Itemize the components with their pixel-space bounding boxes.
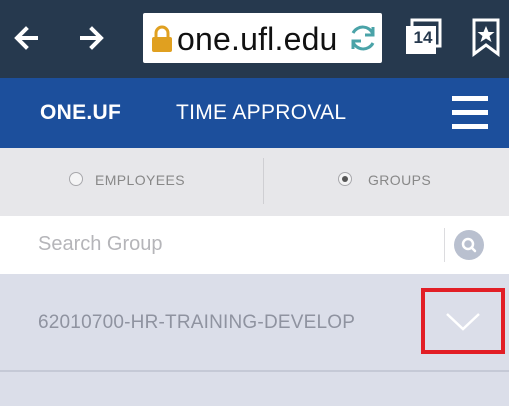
brand-link[interactable]: ONE.UF [40, 101, 121, 125]
employees-label: EMPLOYEES [95, 172, 185, 188]
arrow-right-icon [80, 26, 104, 50]
menu-button[interactable] [452, 96, 488, 130]
chevron-down-icon [446, 313, 480, 331]
search-divider [444, 228, 445, 262]
page-title: TIME APPROVAL [176, 101, 347, 124]
employees-radio[interactable] [69, 172, 83, 186]
arrow-left-icon [14, 26, 38, 50]
tab-switcher-button[interactable]: 14 [403, 17, 443, 57]
groups-label: GROUPS [368, 172, 432, 188]
group-name: 62010700-HR-TRAINING-DEVELOP [38, 312, 356, 333]
employees-option[interactable]: EMPLOYEES [0, 148, 262, 216]
forward-button[interactable] [72, 18, 112, 58]
list-item [0, 372, 509, 406]
reload-icon[interactable] [346, 21, 380, 55]
tab-count: 14 [413, 28, 433, 47]
view-toggle: EMPLOYEES GROUPS [0, 148, 509, 216]
groups-radio[interactable] [338, 172, 352, 186]
app-header: ONE.UF TIME APPROVAL [0, 78, 509, 148]
search-icon [461, 237, 477, 253]
bookmark-button[interactable] [470, 17, 502, 57]
toggle-divider [263, 158, 264, 204]
browser-toolbar: one.ufl.edu 14 [0, 0, 509, 78]
search-input[interactable] [38, 226, 438, 262]
hamburger-icon [452, 96, 488, 101]
url-text: one.ufl.edu [177, 21, 338, 57]
groups-option[interactable]: GROUPS [266, 148, 509, 216]
search-button[interactable] [454, 230, 484, 260]
address-bar[interactable]: one.ufl.edu [143, 13, 382, 63]
expand-button[interactable] [421, 288, 505, 354]
search-bar [0, 216, 509, 274]
lock-icon [152, 25, 172, 52]
back-button[interactable] [6, 18, 46, 58]
list-item[interactable]: 62010700-HR-TRAINING-DEVELOP [0, 274, 509, 370]
bookmark-star-icon [472, 18, 500, 57]
